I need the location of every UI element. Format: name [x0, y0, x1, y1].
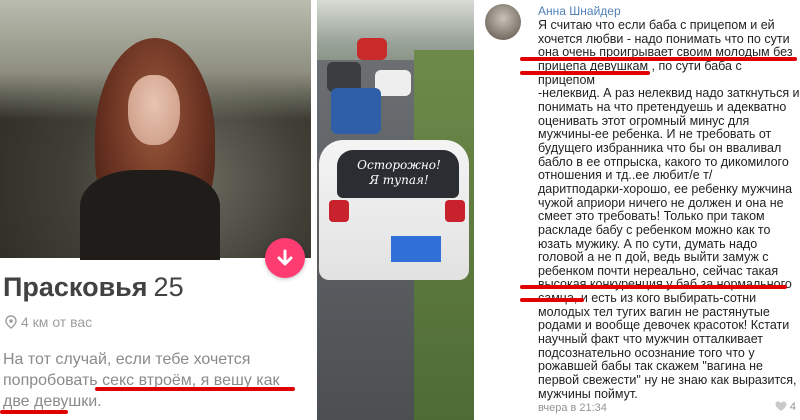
comment-timestamp[interactable]: вчера в 21:34 [538, 402, 607, 414]
avatar[interactable] [485, 4, 521, 40]
heart-icon [775, 401, 787, 411]
like-counter[interactable]: 4 [775, 401, 796, 413]
profile-name-row: Прасковья 25 [3, 272, 184, 303]
highlight-underline [0, 410, 68, 414]
tail-light [445, 200, 465, 222]
highlight-underline [520, 285, 787, 289]
photo-face [128, 75, 180, 145]
highlight-underline [95, 387, 295, 391]
likes-count: 4 [789, 401, 796, 413]
highlight-underline [520, 71, 650, 75]
highlight-underline [520, 298, 584, 302]
distant-car [331, 88, 381, 134]
photo-body [80, 170, 220, 260]
tail-light [329, 200, 349, 222]
distant-car [357, 38, 387, 60]
profile-photo[interactable] [0, 0, 311, 260]
car-photo: Осторожно! Я тупая! [317, 0, 474, 420]
highlight-underline [520, 57, 797, 61]
blurred-plate [391, 236, 441, 262]
comment-text: Я считаю что если баба с прицепом и ей х… [538, 18, 800, 401]
profile-distance: 4 км от вас [21, 314, 93, 330]
profile-bio: На тот случай, если тебе хочется попробо… [3, 351, 280, 410]
profile-name: Прасковья [3, 272, 148, 302]
profile-distance-row: 4 км от вас [5, 314, 92, 330]
window-sticker: Осторожно! Я тупая! [357, 158, 441, 187]
profile-card: Прасковья 25 4 км от вас На тот случай, е… [0, 0, 311, 420]
arrow-down-icon [277, 249, 293, 266]
comment-panel: Анна Шнайдер Я считаю что если баба с пр… [480, 0, 800, 420]
profile-age: 25 [153, 272, 184, 302]
comment-author[interactable]: Анна Шнайдер [538, 4, 621, 18]
location-pin-icon [5, 315, 17, 329]
arrow-down-button[interactable] [265, 238, 305, 278]
